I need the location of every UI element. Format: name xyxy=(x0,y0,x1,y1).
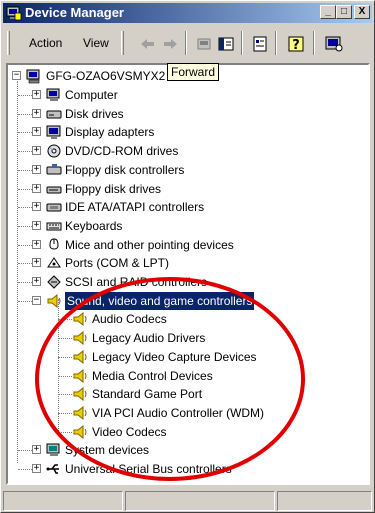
menu-view[interactable]: View xyxy=(83,36,109,50)
status-panel-2 xyxy=(125,491,275,511)
expand-toggle[interactable]: + xyxy=(32,90,41,99)
up-level-icon[interactable] xyxy=(193,34,215,54)
disk-drive-icon xyxy=(46,110,62,119)
tree-category-row[interactable]: + Mice and other pointing devices xyxy=(8,236,368,254)
keyboard-icon xyxy=(46,222,62,231)
status-panel-3 xyxy=(277,491,372,511)
mouse-icon xyxy=(49,238,59,250)
tree-category-row[interactable]: + Computer xyxy=(8,86,368,104)
toolbar-separator-3 xyxy=(275,31,277,55)
expand-toggle[interactable]: + xyxy=(32,146,41,156)
tree-connector xyxy=(18,169,32,171)
tree-category-label: Computer xyxy=(65,88,118,102)
tree-category-label: Mice and other pointing devices xyxy=(65,237,234,252)
forward-tooltip: Forward xyxy=(167,63,220,81)
tree-category-label: DVD/CD-ROM drives xyxy=(65,144,179,159)
back-arrow-icon[interactable] xyxy=(137,34,159,54)
ide-controller-icon xyxy=(46,203,62,212)
floppy-drive-icon xyxy=(46,186,62,193)
tree-root-label: GFG-OZAO6VSMYX2 xyxy=(46,69,166,83)
dvd-drive-icon xyxy=(47,144,61,158)
tree-connector xyxy=(18,263,32,265)
expand-toggle[interactable]: + xyxy=(32,183,41,193)
forward-arrow-icon[interactable] xyxy=(159,34,181,54)
tree-connector xyxy=(18,282,32,283)
tree-category-row[interactable]: + Ports (COM & LPT) xyxy=(8,254,368,272)
tree-category-row[interactable]: + Display adapters xyxy=(8,123,368,141)
tree-category-row[interactable]: + IDE ATA/ATAPI controllers xyxy=(8,198,368,216)
annotation-ellipse xyxy=(35,277,305,481)
expand-toggle[interactable]: + xyxy=(32,239,41,249)
display-adapter-icon xyxy=(46,125,61,140)
tree-category-label: IDE ATA/ATAPI controllers xyxy=(65,200,205,215)
toolbar-separator-4 xyxy=(313,31,315,55)
tree-category-row[interactable]: + Floppy disk drives xyxy=(8,180,368,198)
device-manager-icon xyxy=(6,6,22,21)
help-icon[interactable]: ? xyxy=(285,34,307,54)
toolbar-separator xyxy=(185,31,187,55)
tree-connector xyxy=(18,225,32,227)
floppy-controller-icon xyxy=(46,163,62,175)
tree-category-row[interactable]: + Disk drives xyxy=(8,105,368,123)
ports-icon xyxy=(47,257,61,268)
toolbar-separator-2 xyxy=(241,31,243,55)
tree-category-label: Display adapters xyxy=(65,125,155,140)
toolbar-grip[interactable] xyxy=(7,31,10,55)
expand-toggle[interactable]: + xyxy=(32,258,41,268)
scan-hardware-icon[interactable] xyxy=(323,34,345,54)
device-manager-window: Device Manager _ □ X Action View ? − GFG… xyxy=(0,0,375,513)
tree-category-row[interactable]: + Floppy disk controllers xyxy=(8,161,368,179)
tree-category-row[interactable]: + Keyboards xyxy=(8,217,368,235)
tree-category-row[interactable]: + DVD/CD-ROM drives xyxy=(8,142,368,160)
expand-toggle[interactable]: + xyxy=(32,220,41,230)
tree-category-label: Disk drives xyxy=(65,106,124,121)
tree-connector xyxy=(18,450,32,452)
svg-text:?: ? xyxy=(292,38,300,53)
tree-connector xyxy=(18,151,32,153)
title-bar[interactable]: Device Manager _ □ X xyxy=(3,3,372,23)
status-panel-1 xyxy=(3,491,123,511)
expand-toggle[interactable]: + xyxy=(32,108,41,118)
minimize-button[interactable]: _ xyxy=(320,5,336,19)
tree-category-label: Floppy disk controllers xyxy=(65,162,185,177)
tree-connector xyxy=(18,469,32,470)
expand-toggle[interactable]: + xyxy=(32,202,41,212)
tree-connector xyxy=(18,188,32,190)
tree-connector xyxy=(18,113,32,115)
tree-category-label: Keyboards xyxy=(65,218,123,233)
collapse-toggle[interactable]: − xyxy=(12,71,21,80)
expand-toggle[interactable]: + xyxy=(32,164,41,174)
tree-connector xyxy=(18,207,32,209)
close-button[interactable]: X xyxy=(354,5,370,19)
status-bar xyxy=(3,491,372,511)
tree-connector xyxy=(18,244,32,246)
tree-connector xyxy=(18,132,32,134)
window-title: Device Manager xyxy=(25,5,124,20)
tree-category-label: Ports (COM & LPT) xyxy=(65,256,170,271)
toolbar-grip-2[interactable] xyxy=(121,31,124,55)
expand-toggle[interactable]: + xyxy=(32,127,41,137)
computer-icon xyxy=(46,88,60,101)
toolbar: Action View ? xyxy=(3,25,372,61)
tree-connector xyxy=(18,95,32,96)
tree-category-label: Floppy disk drives xyxy=(65,181,162,196)
properties-icon[interactable] xyxy=(249,34,271,54)
tree-connector xyxy=(18,300,32,302)
computer-icon xyxy=(26,69,40,84)
show-hide-tree-icon[interactable] xyxy=(215,34,237,54)
maximize-button[interactable]: □ xyxy=(336,5,352,19)
menu-action[interactable]: Action xyxy=(29,36,62,50)
